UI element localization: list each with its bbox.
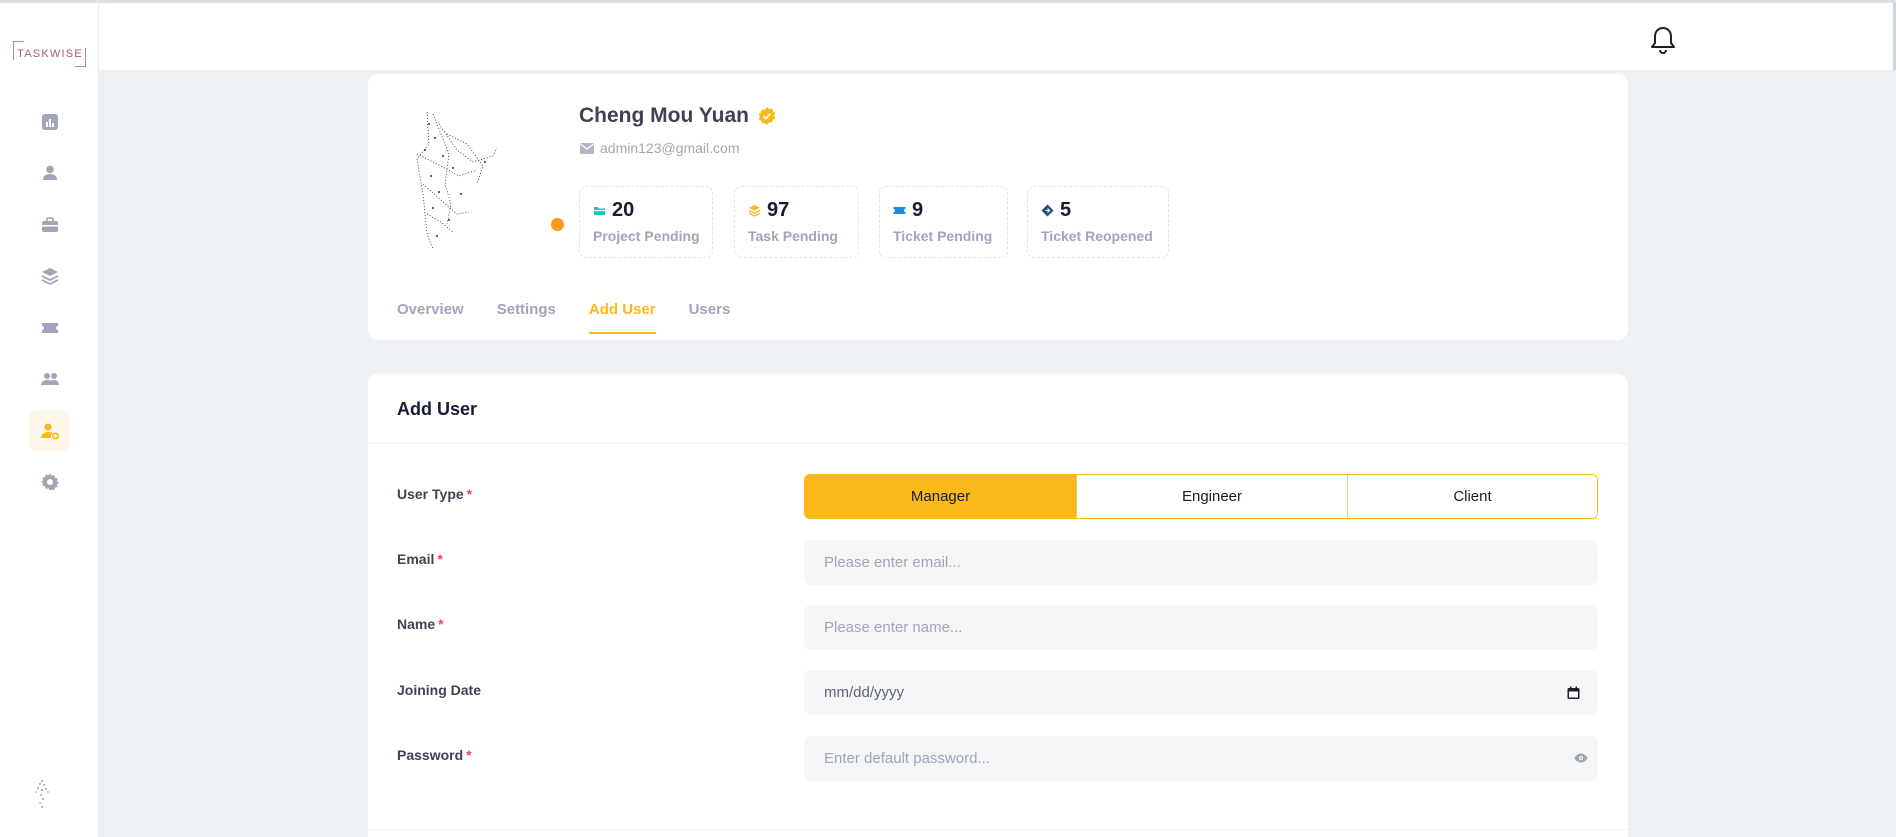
user-type-engineer-button[interactable]: Engineer [1077, 475, 1348, 518]
stat-label: Ticket Pending [893, 228, 993, 244]
joining-date-value: mm/dd/yyyy [824, 684, 905, 701]
user-name-text: Cheng Mou Yuan [579, 104, 749, 127]
email-label-text: Email [397, 551, 435, 567]
envelope-icon [580, 142, 594, 154]
stat-value: 9 [912, 199, 924, 221]
sidebar-item-profile[interactable] [29, 152, 70, 193]
user-icon [42, 165, 57, 180]
sidebar-item-tasks[interactable] [29, 255, 70, 296]
user-type-selector: Manager Engineer Client [804, 474, 1598, 519]
tab-add-user[interactable]: Add User [588, 301, 656, 334]
email-field[interactable] [804, 540, 1598, 585]
name-field[interactable] [804, 605, 1598, 650]
stat-value: 97 [767, 199, 790, 221]
user-email[interactable]: admin123@gmail.com [580, 140, 740, 156]
stat-task-pending: 97 Task Pending [734, 186, 859, 258]
stat-label: Project Pending [593, 228, 700, 244]
layers-icon [41, 267, 58, 285]
tab-settings[interactable]: Settings [497, 301, 556, 334]
avatar [397, 104, 507, 254]
user-type-label-text: User Type [397, 486, 464, 502]
required-mark: * [466, 486, 473, 502]
sidebar-item-tickets[interactable] [29, 307, 70, 348]
add-user-card: Add User User Type * Manager Engineer Cli… [368, 374, 1628, 837]
sidebar-item-projects[interactable] [29, 204, 70, 245]
sidebar-item-dashboard[interactable] [29, 101, 70, 142]
status-indicator [551, 218, 564, 231]
sidebar-item-team[interactable] [29, 358, 70, 399]
chart-icon [41, 113, 58, 130]
gear-icon [40, 473, 59, 490]
layers-icon [748, 205, 761, 217]
user-sketch-icon[interactable] [28, 778, 56, 810]
stat-ticket-reopened: 5 Ticket Reopened [1027, 186, 1169, 258]
diamond-icon [1041, 204, 1054, 217]
user-email-text: admin123@gmail.com [600, 140, 740, 156]
user-add-icon [40, 423, 59, 439]
top-bar [99, 0, 1896, 70]
tab-users[interactable]: Users [689, 301, 731, 334]
joining-date-label: Joining Date [397, 682, 482, 698]
user-type-client-button[interactable]: Client [1348, 475, 1597, 518]
stat-project-pending: 20 Project Pending [579, 186, 713, 258]
logo[interactable]: TASKWISE [14, 48, 86, 60]
calendar-icon[interactable] [1567, 686, 1580, 699]
sidebar-item-settings[interactable] [29, 461, 70, 502]
folder-icon [594, 207, 605, 215]
user-type-label: User Type * [397, 486, 472, 502]
sidebar: TASKWISE [0, 0, 99, 837]
briefcase-icon [41, 216, 58, 232]
name-label-text: Name [397, 616, 436, 632]
name-label: Name * [397, 616, 444, 632]
stat-ticket-pending: 9 Ticket Pending [879, 186, 1008, 258]
password-field[interactable] [804, 736, 1598, 781]
bell-icon[interactable] [1649, 25, 1677, 55]
divider [368, 443, 1628, 444]
user-type-manager-button[interactable]: Manager [805, 475, 1077, 518]
required-mark: * [438, 616, 444, 632]
profile-card: Cheng Mou Yuan admin123@gmail.com 20 Pro… [368, 74, 1628, 340]
required-mark: * [437, 551, 443, 567]
password-row [368, 736, 1628, 781]
joining-date-field[interactable]: mm/dd/yyyy [804, 670, 1598, 715]
ticket-icon [41, 322, 58, 333]
users-icon [40, 372, 59, 385]
form-title: Add User [397, 399, 478, 419]
eye-icon[interactable] [1574, 753, 1588, 763]
stat-value: 20 [612, 199, 635, 221]
ticket-icon [893, 207, 906, 214]
divider [368, 829, 1628, 830]
sidebar-item-add-user[interactable] [29, 410, 70, 451]
profile-tabs: Overview Settings Add User Users [397, 301, 730, 334]
stat-value: 5 [1060, 199, 1072, 221]
stat-label: Task Pending [748, 228, 838, 244]
user-name: Cheng Mou Yuan [579, 104, 777, 128]
verified-icon [758, 107, 776, 125]
tab-overview[interactable]: Overview [397, 301, 464, 334]
email-label: Email * [397, 551, 443, 567]
stat-label: Ticket Reopened [1041, 228, 1153, 244]
